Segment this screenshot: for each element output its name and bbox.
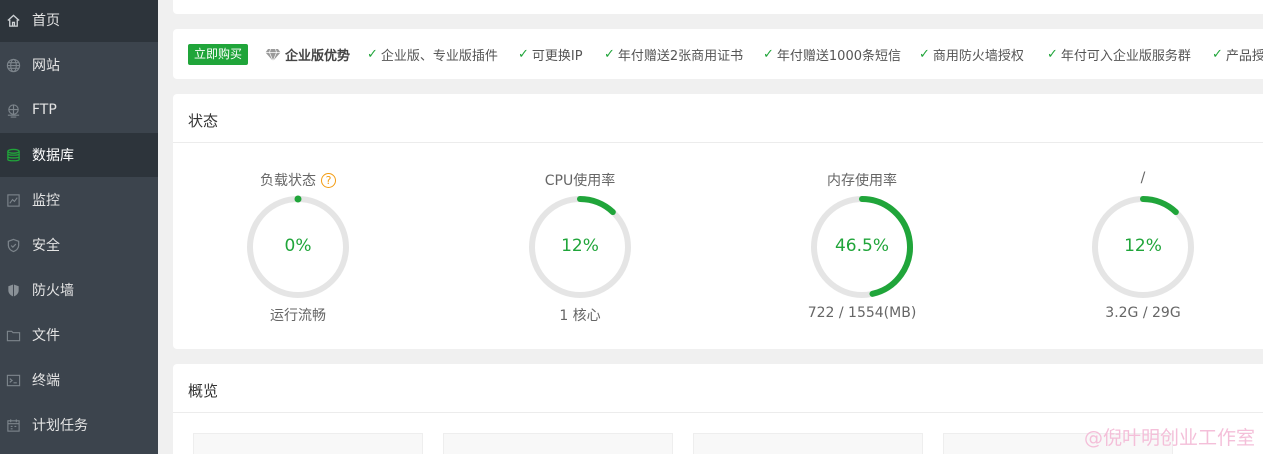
sidebar-item-label: 监控 <box>32 193 60 209</box>
sidebar-item-label: 计划任务 <box>32 418 88 434</box>
gauge-progress <box>294 195 302 203</box>
sidebar-item-home[interactable]: 首页 <box>0 0 158 42</box>
gauge-cpu: CPU使用率 12% 1 核心 <box>480 94 680 349</box>
promo-bar: 立即购买 企业版优势 ✓ 企业版、专业版插件 ✓ 可更换IP ✓ 年付赠送2张商用证书… <box>173 29 1263 79</box>
diamond-icon <box>265 48 281 62</box>
check-icon: ✓ <box>518 47 529 62</box>
sidebar-item-label: 数据库 <box>32 148 74 164</box>
gauge-value: 46.5% <box>834 236 889 256</box>
sidebar-item-terminal[interactable]: 终端 <box>0 358 158 402</box>
overview-title: 概览 <box>188 382 219 400</box>
promo-feature: ✓ 年付赠送2张商用证书 <box>604 47 744 64</box>
sidebar-item-label: 文件 <box>32 328 60 344</box>
gauge-value: 0% <box>284 236 312 256</box>
buy-now-button[interactable]: 立即购买 <box>188 44 249 65</box>
help-icon[interactable]: ? <box>321 173 336 188</box>
sidebar-item-label: FTP <box>32 102 57 118</box>
sidebar-item-database[interactable]: 数据库 <box>0 133 158 177</box>
gauge-progress <box>577 196 616 216</box>
gauge-value: 12% <box>561 236 599 256</box>
promo-feature: ✓ 商用防火墙授权 <box>919 47 1024 64</box>
status-panel: 状态 负载状态? 0% 运行流畅 CPU使用率 12% 1 核心 内存使用率 4… <box>173 94 1263 349</box>
monitor-icon <box>5 192 21 208</box>
top-panel <box>173 0 1263 14</box>
check-icon: ✓ <box>919 47 930 62</box>
gauge-title: / <box>1140 170 1146 186</box>
sidebar-item-website[interactable]: 网站 <box>0 43 158 87</box>
sidebar-item-label: 首页 <box>32 13 60 29</box>
calendar-icon <box>5 417 21 433</box>
promo-feature: ✓ 产品授 <box>1212 47 1263 64</box>
sidebar-item-security[interactable]: 安全 <box>0 223 158 267</box>
overview-card[interactable] <box>693 433 923 454</box>
promo-feature: ✓ 年付可入企业版服务群 <box>1047 47 1191 64</box>
sidebar-item-label: 网站 <box>32 58 60 74</box>
shield-check-icon <box>5 237 21 253</box>
gauge-title: 负载状态? <box>198 170 398 190</box>
ftp-icon <box>5 102 21 118</box>
check-icon: ✓ <box>367 47 378 62</box>
sidebar-item-firewall[interactable]: 防火墙 <box>0 268 158 312</box>
promo-title-text: 企业版优势 <box>285 49 351 64</box>
promo-feature: ✓ 年付赠送1000条短信 <box>763 47 901 64</box>
folder-icon <box>5 327 21 343</box>
sidebar-item-monitor[interactable]: 监控 <box>0 178 158 222</box>
gauge-progress <box>1140 196 1179 216</box>
gauge-sub: 3.2G / 29G <box>1105 305 1181 321</box>
check-icon: ✓ <box>604 47 615 62</box>
promo-feature: ✓ 可更换IP <box>518 47 583 64</box>
firewall-shield-icon <box>5 282 21 298</box>
gauge-load: 负载状态? 0% 运行流畅 <box>198 94 398 349</box>
check-icon: ✓ <box>1047 47 1058 62</box>
sidebar-item-ftp[interactable]: FTP <box>0 88 158 132</box>
sidebar: 首页 网站 FTP 数据库 监控 安全 防火墙 文件 终端 计划任务 <box>0 0 158 454</box>
globe-icon <box>5 57 21 73</box>
sidebar-item-label: 安全 <box>32 238 60 254</box>
database-icon <box>5 147 21 163</box>
promo-title: 企业版优势 <box>265 45 350 64</box>
watermark: @倪叶明创业工作室 <box>1083 427 1255 449</box>
overview-card[interactable] <box>443 433 673 454</box>
gauge-title: CPU使用率 <box>544 173 616 189</box>
terminal-icon <box>5 372 21 388</box>
gauge-sub: 运行流畅 <box>270 308 326 324</box>
sidebar-item-files[interactable]: 文件 <box>0 313 158 357</box>
check-icon: ✓ <box>1212 47 1223 62</box>
overview-card[interactable] <box>193 433 423 454</box>
gauge-sub: 722 / 1554(MB) <box>807 305 917 321</box>
promo-feature: ✓ 企业版、专业版插件 <box>367 47 498 64</box>
gauge-sub: 1 核心 <box>559 308 601 324</box>
sidebar-item-label: 防火墙 <box>32 283 74 299</box>
gauge-title: 内存使用率 <box>827 173 897 189</box>
sidebar-item-cron[interactable]: 计划任务 <box>0 403 158 447</box>
check-icon: ✓ <box>763 47 774 62</box>
divider <box>173 412 1263 413</box>
sidebar-item-label: 终端 <box>32 373 60 389</box>
gauge-disk: / 12% 3.2G / 29G <box>1043 94 1243 349</box>
gauge-value: 12% <box>1124 236 1162 256</box>
gauge-memory: 内存使用率 46.5% 722 / 1554(MB) <box>762 94 962 349</box>
home-icon <box>5 12 21 28</box>
